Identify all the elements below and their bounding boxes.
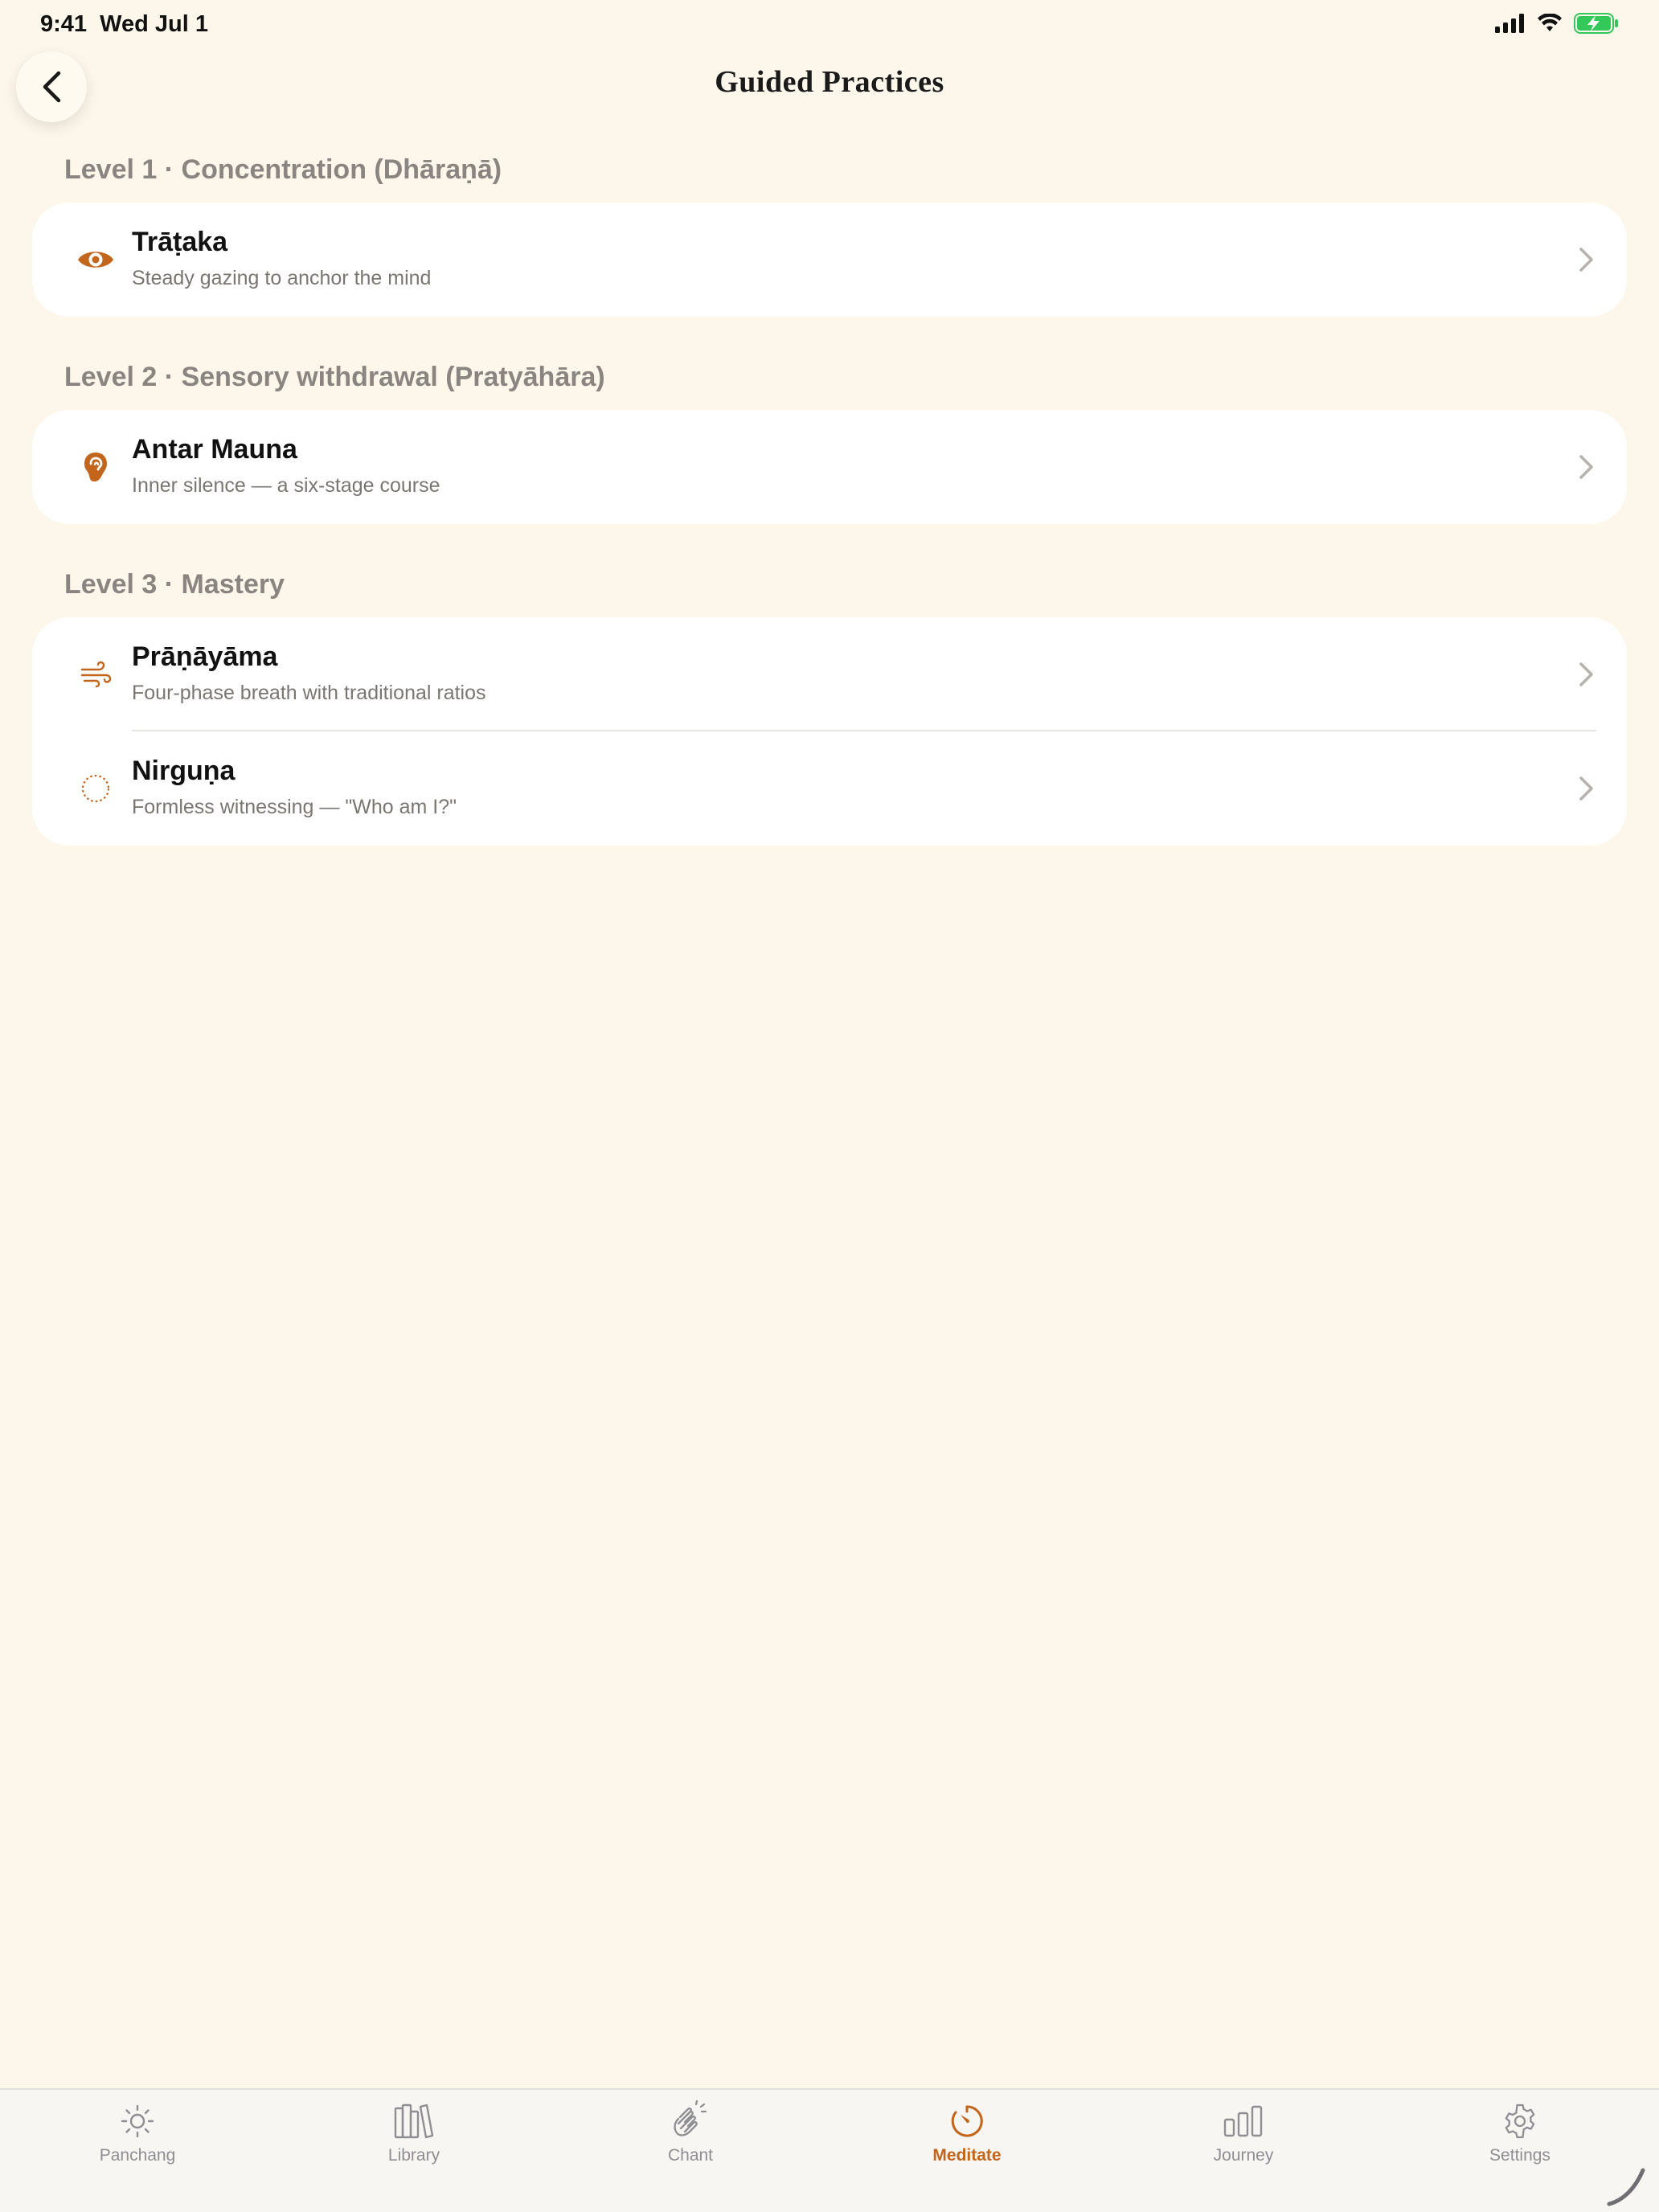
tab-chant[interactable]: Chant — [610, 2099, 771, 2181]
row-title: Trāṭaka — [132, 227, 228, 257]
chevron-right-icon — [1579, 248, 1593, 272]
tab-label: Journey — [1213, 2146, 1274, 2165]
wind-icon — [71, 649, 121, 699]
row-title: Nirguṇa — [132, 756, 236, 786]
status-indicators — [1495, 13, 1619, 34]
chevron-right-icon — [1579, 776, 1593, 801]
status-bar: 9:41 Wed Jul 1 — [0, 0, 1659, 51]
tab-label: Meditate — [932, 2146, 1002, 2165]
signal-icon — [1495, 14, 1524, 33]
card-level-2: Antar Mauna Inner silence — a six-stage … — [32, 410, 1627, 524]
tab-library[interactable]: Library — [334, 2101, 494, 2181]
eye-icon — [71, 235, 121, 285]
ear-icon — [71, 442, 121, 492]
battery-charging-icon — [1574, 13, 1618, 34]
wifi-icon — [1538, 14, 1562, 31]
chevron-right-icon — [1579, 662, 1593, 686]
gear-icon — [1500, 2101, 1540, 2141]
tab-meditate[interactable]: Meditate — [887, 2101, 1047, 2181]
resize-handle-icon[interactable] — [1603, 2161, 1651, 2209]
tab-bar: Panchang Library Chant Meditate Journey … — [0, 2088, 1659, 2212]
status-date: Wed Jul 1 — [100, 11, 209, 37]
section-header-level-1: Level 1 · Concentration (Dhāraṇā) — [64, 154, 502, 185]
card-level-3: Prāṇāyāma Four-phase breath with traditi… — [32, 617, 1627, 846]
tab-label: Panchang — [99, 2146, 176, 2165]
row-title: Prāṇāyāma — [132, 641, 278, 672]
row-title: Antar Mauna — [132, 434, 297, 465]
tab-journey[interactable]: Journey — [1163, 2101, 1324, 2181]
card-level-1: Trāṭaka Steady gazing to anchor the mind — [32, 203, 1627, 317]
tab-label: Chant — [667, 2146, 714, 2165]
list-item-trataka[interactable]: Trāṭaka Steady gazing to anchor the mind — [32, 203, 1627, 317]
status-time: 9:41 Wed Jul 1 — [40, 11, 208, 38]
row-subtitle: Inner silence — a six-stage course — [132, 474, 440, 497]
tab-label: Settings — [1489, 2146, 1550, 2165]
chevron-right-icon — [1579, 455, 1593, 479]
hands-clap-icon — [670, 2099, 711, 2141]
tab-settings[interactable]: Settings — [1440, 2101, 1600, 2181]
section-header-level-3: Level 3 · Mastery — [64, 569, 285, 600]
tab-label: Library — [387, 2146, 440, 2165]
books-icon — [394, 2101, 434, 2141]
dotted-circle-icon — [71, 764, 121, 813]
page-title: Guided Practices — [715, 65, 944, 99]
status-clock: 9:41 — [40, 11, 88, 37]
bar-chart-icon — [1223, 2101, 1264, 2141]
row-subtitle: Four-phase breath with traditional ratio… — [132, 682, 486, 704]
row-subtitle: Steady gazing to anchor the mind — [132, 267, 432, 289]
sun-icon — [117, 2101, 158, 2141]
tab-panchang[interactable]: Panchang — [57, 2101, 218, 2181]
row-subtitle: Formless witnessing — "Who am I?" — [132, 796, 457, 818]
section-header-level-2: Level 2 · Sensory withdrawal (Pratyāhāra… — [64, 362, 605, 392]
list-item-antar-mauna[interactable]: Antar Mauna Inner silence — a six-stage … — [32, 410, 1627, 524]
list-item-nirguna[interactable]: Nirguṇa Formless witnessing — "Who am I?… — [32, 731, 1627, 846]
timer-icon — [947, 2101, 987, 2141]
list-item-pranayama[interactable]: Prāṇāyāma Four-phase breath with traditi… — [32, 617, 1627, 731]
